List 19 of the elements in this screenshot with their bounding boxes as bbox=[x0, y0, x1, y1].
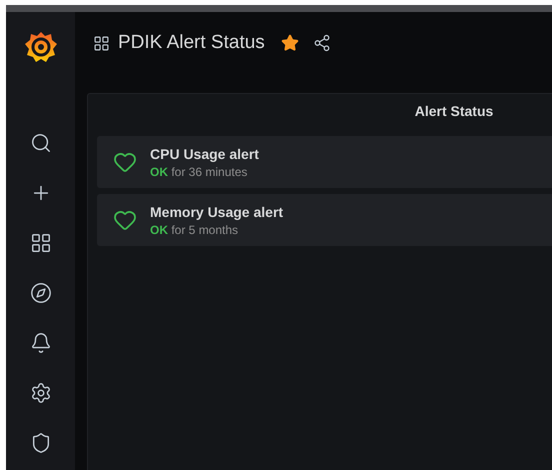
star-icon[interactable] bbox=[280, 34, 299, 52]
alert-name: CPU Usage alert bbox=[150, 145, 259, 164]
alert-state: OK bbox=[150, 165, 168, 179]
share-icon[interactable] bbox=[312, 34, 331, 52]
alert-item[interactable]: CPU Usage alert OK for 36 minutes bbox=[97, 136, 552, 188]
search-icon[interactable] bbox=[30, 132, 52, 154]
dashboard-title[interactable]: PDIK Alert Status bbox=[118, 28, 265, 58]
grid-icon[interactable] bbox=[30, 232, 52, 254]
alert-duration: for 36 minutes bbox=[171, 165, 248, 179]
panel-title: Alert Status bbox=[414, 102, 494, 120]
alert-item[interactable]: Memory Usage alert OK for 5 months bbox=[97, 194, 552, 246]
bell-icon[interactable] bbox=[30, 332, 52, 354]
alert-duration: for 5 months bbox=[171, 223, 238, 237]
logo-icon[interactable] bbox=[24, 30, 58, 64]
settings-icon[interactable] bbox=[30, 382, 52, 404]
alert-state: OK bbox=[150, 223, 168, 237]
dashboard-icon bbox=[93, 34, 110, 52]
alert-name: Memory Usage alert bbox=[150, 203, 284, 222]
compass-icon[interactable] bbox=[30, 282, 52, 304]
